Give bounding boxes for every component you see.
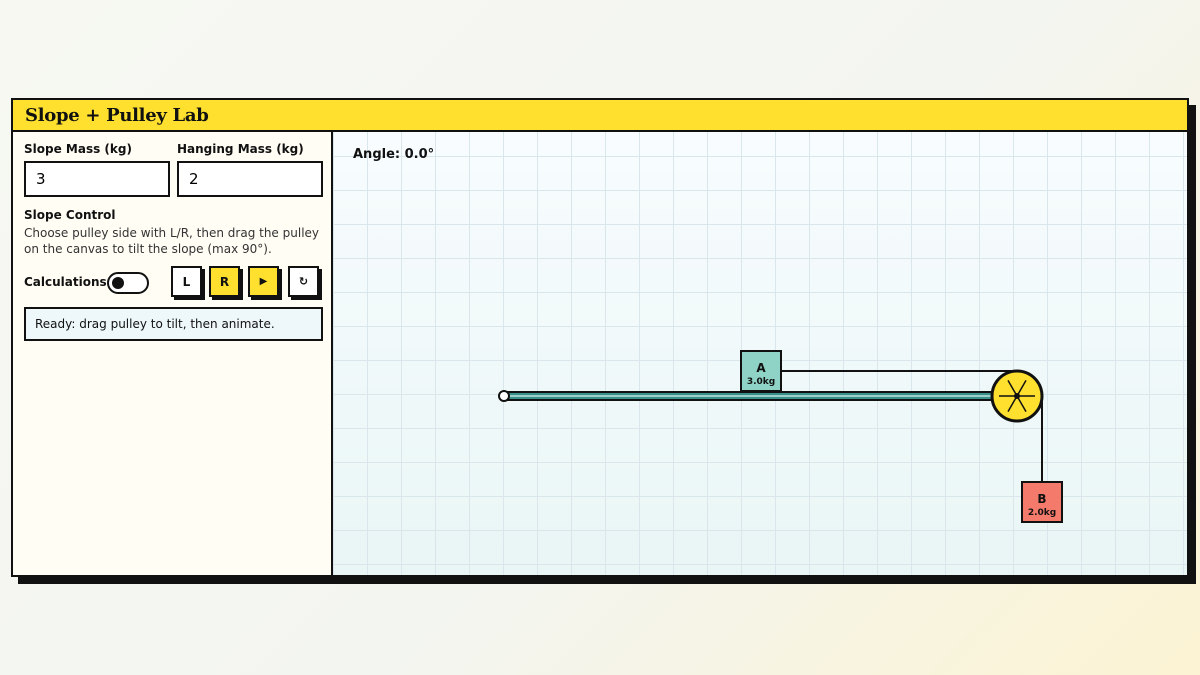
block-b-letter: B — [1037, 492, 1046, 506]
block-b[interactable]: B 2.0kg — [1021, 481, 1063, 523]
pulley[interactable] — [990, 369, 1044, 423]
pulley-left-button[interactable]: L — [171, 266, 202, 297]
block-a-mass: 3.0kg — [747, 377, 775, 387]
reset-button[interactable]: ↻ — [288, 266, 319, 297]
block-b-mass: 2.0kg — [1028, 508, 1056, 518]
calculations-toggle[interactable] — [107, 272, 149, 294]
status-message: Ready: drag pulley to tilt, then animate… — [24, 307, 323, 341]
simulation-canvas[interactable]: Angle: 0.0° A 3.0kg B 2.0kg — [333, 132, 1187, 575]
simulation-drawing: A 3.0kg B 2.0kg — [498, 350, 1063, 523]
slope-pivot-icon — [498, 390, 510, 402]
toggle-knob — [112, 277, 124, 289]
pulley-axle — [1014, 393, 1020, 399]
slope-mass-input[interactable] — [24, 161, 170, 197]
slope-control-title: Slope Control — [24, 208, 116, 222]
play-button[interactable]: ▶ — [248, 266, 279, 297]
pulley-right-button[interactable]: R — [209, 266, 240, 297]
hanging-mass-input[interactable] — [177, 161, 323, 197]
slope-mass-label: Slope Mass (kg) — [24, 142, 132, 156]
block-a-letter: A — [756, 361, 766, 375]
block-a[interactable]: A 3.0kg — [740, 350, 782, 392]
slope-control-help: Choose pulley side with L/R, then drag t… — [24, 226, 320, 256]
hanging-mass-label: Hanging Mass (kg) — [177, 142, 304, 156]
calculations-label: Calculations — [24, 275, 107, 289]
app-title: Slope + Pulley Lab — [25, 104, 209, 126]
title-bar: Slope + Pulley Lab — [13, 100, 1187, 132]
app-window: Slope + Pulley Lab Slope Mass (kg) Hangi… — [11, 98, 1189, 577]
control-panel: Slope Mass (kg) Hanging Mass (kg) Slope … — [13, 132, 333, 575]
